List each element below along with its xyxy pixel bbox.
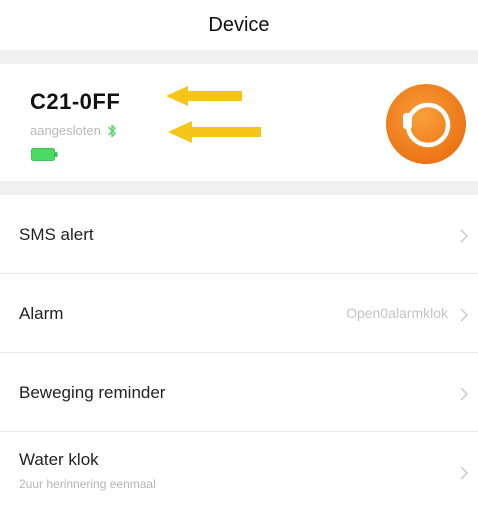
chevron-right-icon [460, 229, 468, 243]
settings-item-label: Beweging reminder [19, 383, 166, 402]
settings-item-movement-reminder[interactable]: Beweging reminder [0, 353, 478, 432]
settings-item-label: SMS alert [19, 225, 94, 244]
settings-list: SMS alert Alarm Open0alarmklok Beweging … [0, 195, 478, 510]
connection-status-text: aangesloten [30, 123, 101, 138]
chevron-right-icon [460, 466, 468, 480]
section-divider [0, 181, 478, 195]
annotation-arrow-icon [168, 121, 261, 143]
settings-item-value: Open0alarmklok [346, 305, 448, 321]
device-name: C21-0FF [30, 89, 121, 114]
settings-item-subtitle: 2uur herinnering eenmaal [19, 477, 156, 491]
settings-item-label: Alarm [19, 304, 64, 323]
section-divider [0, 50, 478, 64]
connection-status: aangesloten [30, 123, 117, 138]
bluetooth-icon [108, 124, 116, 137]
page-title: Device [208, 13, 270, 36]
settings-item-sms-alert[interactable]: SMS alert [0, 195, 478, 274]
settings-item-water-clock[interactable]: Water klok 2uur herinnering eenmaal [0, 432, 478, 510]
settings-item-label: Water klok [19, 450, 99, 469]
annotation-arrow-icon [166, 86, 242, 106]
chevron-right-icon [460, 308, 468, 322]
battery-icon [31, 148, 58, 161]
chevron-right-icon [460, 387, 468, 401]
smartwatch-icon[interactable] [385, 83, 467, 165]
header: Device [0, 0, 478, 50]
settings-item-alarm[interactable]: Alarm Open0alarmklok [0, 274, 478, 353]
